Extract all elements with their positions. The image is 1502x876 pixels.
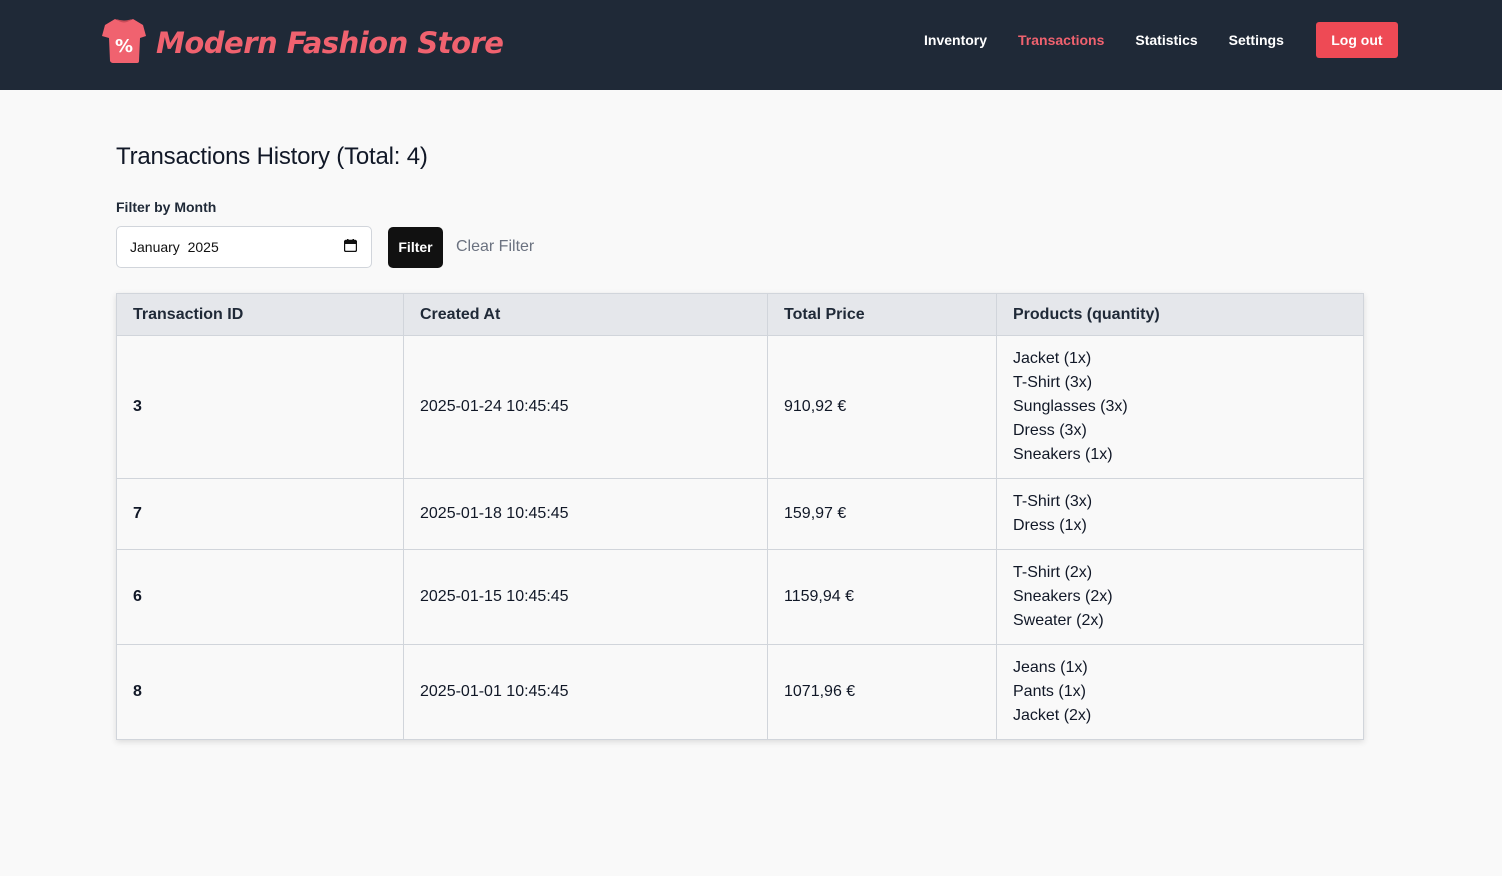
brand[interactable]: % Modern Fashion Store [101, 16, 504, 69]
product-item: Sneakers (2x) [1013, 588, 1113, 605]
product-item: Pants (1x) [1013, 683, 1086, 700]
product-item: Dress (1x) [1013, 517, 1087, 534]
transaction-id: 8 [116, 644, 404, 740]
product-item: Dress (3x) [1013, 422, 1087, 439]
table-row: 7 2025-01-18 10:45:45 159,97 € T-Shirt (… [116, 478, 1364, 550]
created-at: 2025-01-24 10:45:45 [403, 335, 768, 479]
transaction-id: 3 [116, 335, 404, 479]
main-content: Transactions History (Total: 4) Filter b… [116, 90, 1364, 740]
created-at: 2025-01-15 10:45:45 [403, 549, 768, 645]
logout-button[interactable]: Log out [1315, 22, 1398, 58]
products-cell: Jeans (1x) Pants (1x) Jacket (2x) [996, 644, 1364, 740]
header-transaction-id: Transaction ID [116, 293, 404, 336]
product-item: Sunglasses (3x) [1013, 398, 1128, 415]
header-created-at: Created At [403, 293, 768, 336]
product-item: Jeans (1x) [1013, 659, 1088, 676]
products-cell: T-Shirt (2x) Sneakers (2x) Sweater (2x) [996, 549, 1364, 645]
nav-inventory[interactable]: Inventory [924, 32, 987, 48]
product-item: T-Shirt (3x) [1013, 374, 1093, 391]
total-price: 1071,96 € [767, 644, 997, 740]
nav-settings[interactable]: Settings [1229, 32, 1284, 48]
shirt-percent-icon: % [101, 16, 147, 69]
product-item: Jacket (1x) [1013, 350, 1092, 367]
header-products: Products (quantity) [996, 293, 1364, 336]
page-title: Transactions History (Total: 4) [116, 143, 428, 170]
transactions-table: Transaction ID Created At Total Price Pr… [116, 293, 1364, 740]
svg-text:%: % [115, 36, 133, 57]
top-navbar: % Modern Fashion Store Inventory Transac… [0, 0, 1502, 90]
total-price: 159,97 € [767, 478, 997, 550]
product-item: T-Shirt (2x) [1013, 564, 1093, 581]
total-price: 910,92 € [767, 335, 997, 479]
total-price: 1159,94 € [767, 549, 997, 645]
table-header-row: Transaction ID Created At Total Price Pr… [116, 293, 1364, 336]
calendar-icon[interactable] [343, 239, 358, 255]
products-cell: T-Shirt (3x) Dress (1x) [996, 478, 1364, 550]
filter-button[interactable]: Filter [388, 226, 443, 268]
month-input[interactable]: January 2025 [116, 226, 372, 268]
product-item: Sneakers (1x) [1013, 446, 1113, 463]
brand-name: Modern Fashion Store [156, 25, 504, 60]
clear-filter-button[interactable]: Clear Filter [456, 238, 534, 256]
month-input-value: January 2025 [130, 239, 219, 255]
nav-statistics[interactable]: Statistics [1135, 32, 1197, 48]
product-item: Jacket (2x) [1013, 707, 1092, 724]
filter-row: January 2025 Filter Clear Filter [116, 226, 1364, 268]
filter-label: Filter by Month [116, 199, 217, 215]
transaction-id: 6 [116, 549, 404, 645]
transaction-id: 7 [116, 478, 404, 550]
nav-transactions[interactable]: Transactions [1018, 32, 1104, 48]
main-nav: Inventory Transactions Statistics Settin… [924, 22, 1398, 58]
products-cell: Jacket (1x) T-Shirt (3x) Sunglasses (3x)… [996, 335, 1364, 479]
header-total-price: Total Price [767, 293, 997, 336]
product-item: Sweater (2x) [1013, 612, 1104, 629]
created-at: 2025-01-01 10:45:45 [403, 644, 768, 740]
table-row: 6 2025-01-15 10:45:45 1159,94 € T-Shirt … [116, 549, 1364, 645]
product-item: T-Shirt (3x) [1013, 493, 1093, 510]
table-row: 8 2025-01-01 10:45:45 1071,96 € Jeans (1… [116, 644, 1364, 740]
table-row: 3 2025-01-24 10:45:45 910,92 € Jacket (1… [116, 335, 1364, 479]
created-at: 2025-01-18 10:45:45 [403, 478, 768, 550]
